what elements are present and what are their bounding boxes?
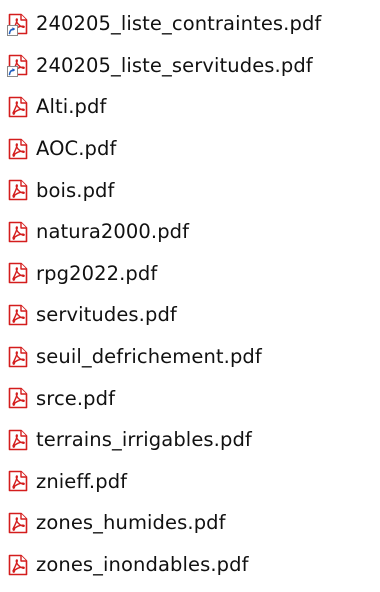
file-item[interactable]: 240205_liste_contraintes.pdf bbox=[6, 3, 376, 45]
file-item[interactable]: rpg2022.pdf bbox=[6, 253, 376, 295]
file-item[interactable]: natura2000.pdf bbox=[6, 211, 376, 253]
file-list: 240205_liste_contraintes.pdf 240205_list… bbox=[6, 3, 376, 585]
file-item[interactable]: terrains_irrigables.pdf bbox=[6, 419, 376, 461]
file-name: servitudes.pdf bbox=[36, 303, 177, 327]
file-item[interactable]: zones_inondables.pdf bbox=[6, 544, 376, 586]
file-name: bois.pdf bbox=[36, 178, 115, 202]
file-item[interactable]: seuil_defrichement.pdf bbox=[6, 336, 376, 378]
pdf-icon bbox=[8, 304, 28, 326]
pdf-icon bbox=[8, 138, 28, 160]
file-item[interactable]: AOC.pdf bbox=[6, 128, 376, 170]
pdf-icon bbox=[8, 387, 28, 409]
shortcut-arrow-icon bbox=[7, 66, 18, 78]
file-item[interactable]: znieff.pdf bbox=[6, 461, 376, 503]
file-name: srce.pdf bbox=[36, 386, 116, 410]
file-name: AOC.pdf bbox=[36, 137, 117, 161]
pdf-icon bbox=[8, 262, 28, 284]
shortcut-arrow-icon bbox=[7, 24, 18, 36]
pdf-icon bbox=[8, 429, 28, 451]
file-item[interactable]: 240205_liste_servitudes.pdf bbox=[6, 45, 376, 87]
pdf-icon bbox=[8, 221, 28, 243]
file-name: 240205_liste_servitudes.pdf bbox=[36, 53, 313, 77]
pdf-icon bbox=[8, 554, 28, 576]
file-name: Alti.pdf bbox=[36, 95, 107, 119]
file-name: 240205_liste_contraintes.pdf bbox=[36, 12, 322, 36]
file-item[interactable]: srce.pdf bbox=[6, 377, 376, 419]
file-item[interactable]: zones_humides.pdf bbox=[6, 502, 376, 544]
pdf-icon bbox=[8, 179, 28, 201]
file-name: znieff.pdf bbox=[36, 469, 128, 493]
file-name: rpg2022.pdf bbox=[36, 261, 158, 285]
file-name: zones_inondables.pdf bbox=[36, 553, 249, 577]
pdf-icon bbox=[8, 346, 28, 368]
pdf-icon bbox=[8, 512, 28, 534]
file-item[interactable]: servitudes.pdf bbox=[6, 294, 376, 336]
pdf-icon bbox=[7, 54, 28, 78]
pdf-icon bbox=[8, 96, 28, 118]
file-item[interactable]: bois.pdf bbox=[6, 169, 376, 211]
pdf-icon bbox=[7, 13, 28, 36]
file-name: zones_humides.pdf bbox=[36, 511, 226, 535]
pdf-icon bbox=[8, 470, 28, 492]
file-name: terrains_irrigables.pdf bbox=[36, 428, 252, 452]
file-name: seuil_defrichement.pdf bbox=[36, 345, 262, 369]
file-name: natura2000.pdf bbox=[36, 220, 190, 244]
file-item[interactable]: Alti.pdf bbox=[6, 86, 376, 128]
